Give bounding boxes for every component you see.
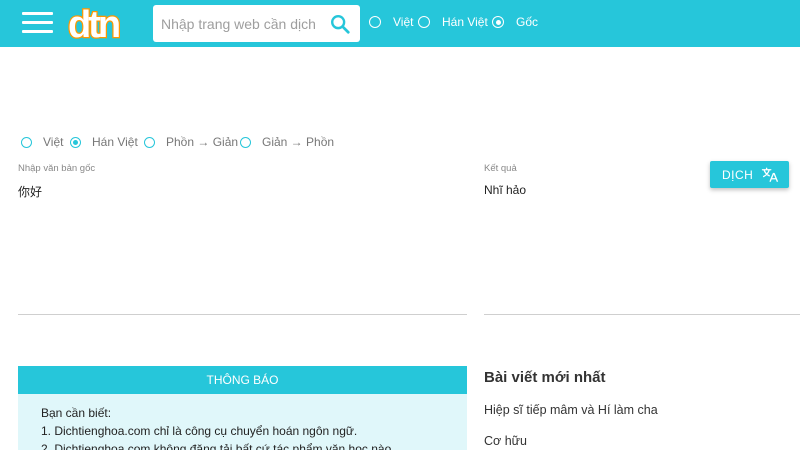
radio-icon (21, 136, 32, 148)
notice-body: Bạn cần biết: 1. Dichtienghoa.com chỉ là… (18, 394, 467, 450)
header-mode-label: Gốc (516, 15, 539, 29)
result-underline (484, 314, 800, 315)
notice-line: 1. Dichtienghoa.com chỉ là công cụ chuyể… (41, 424, 358, 438)
radio-checked-icon (492, 16, 504, 28)
logo-text: dtn (68, 4, 119, 44)
latest-post-link[interactable]: Cơ hữu (484, 434, 527, 448)
mode-label: Việt (43, 135, 64, 149)
search-input[interactable] (161, 5, 321, 42)
mode-han-viet[interactable]: Hán Việt (70, 135, 138, 149)
mode-label: Hán Việt (92, 135, 138, 149)
source-underline (18, 314, 467, 315)
latest-post-link[interactable]: Hiệp sĩ tiếp mâm và Hí làm cha (484, 403, 658, 417)
radio-icon (418, 16, 430, 28)
latest-posts-title: Bài viết mới nhất (484, 369, 606, 386)
header-mode-viet[interactable]: Việt (369, 15, 413, 29)
mode-label: Giản → Phồn (262, 135, 335, 149)
hamburger-menu-icon[interactable] (22, 12, 53, 34)
mode-viet[interactable]: Việt (21, 135, 63, 149)
translate-button[interactable]: DỊCH (710, 161, 789, 188)
header-mode-goc[interactable]: Gốc (492, 15, 538, 29)
result-text: Nhĩ hảo (484, 183, 527, 197)
translate-icon (761, 167, 779, 183)
notice-line: 2. Dichtienghoa.com không đăng tải bất c… (41, 442, 395, 450)
result-label: Kết quả (484, 163, 517, 174)
header-mode-label: Việt (393, 15, 414, 29)
translate-button-label: DỊCH (722, 168, 754, 182)
search-icon[interactable] (329, 13, 351, 35)
logo[interactable]: dtn (68, 4, 140, 44)
radio-icon (369, 16, 381, 28)
source-textarea[interactable]: 你好 (18, 183, 463, 308)
notice-title: THÔNG BÁO (18, 366, 467, 394)
radio-icon (240, 136, 251, 148)
header-mode-label: Hán Việt (442, 15, 488, 29)
search-box (153, 5, 360, 42)
source-label: Nhập văn bản gốc (18, 163, 96, 174)
mode-label: Phồn → Giản (166, 135, 239, 149)
radio-icon (144, 136, 155, 148)
mode-phon-gian[interactable]: Phồn → Giản (144, 135, 238, 149)
radio-checked-icon (70, 136, 81, 148)
header-mode-han-viet[interactable]: Hán Việt (418, 15, 488, 29)
notice-line: Bạn cần biết: (41, 406, 112, 420)
mode-gian-phon[interactable]: Giản → Phồn (240, 135, 334, 149)
top-bar: dtn Việt Hán Việt Gốc (0, 0, 800, 47)
